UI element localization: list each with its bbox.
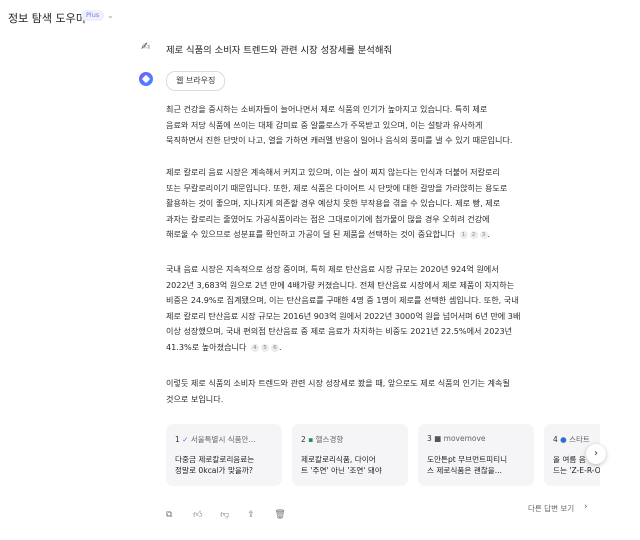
chevron-down-icon[interactable]: ⌄ <box>107 11 114 20</box>
source-number: 3 <box>427 434 432 443</box>
source-name: movemove <box>443 434 486 443</box>
other-answers-button[interactable]: 다른 답변 보기 <box>528 503 574 514</box>
source-card-title: 제로칼로리식품, 다이어 트 '주연' 아닌 '조연' 돼야 <box>301 454 401 476</box>
app-title[interactable]: 정보 탐색 도우미 <box>8 10 86 26</box>
source-name: 서울특별시 식품안... <box>190 435 256 444</box>
source-card-header: 2 ▪ 헬스경향 <box>301 434 343 445</box>
source-number: 4 <box>553 435 558 444</box>
source-title-line: 도안튼pt 무브먼트피티니 <box>427 455 508 464</box>
user-question-icon: ✍ <box>141 40 151 53</box>
answer-line: 것으로 보입니다. <box>166 393 224 404</box>
citation-badge[interactable]: 5 <box>261 343 269 352</box>
thumbs-up-icon[interactable]: 👍︎ <box>193 510 206 520</box>
copy-icon[interactable]: ⧉ <box>166 510 179 520</box>
delete-icon[interactable]: 🗑︎ <box>274 510 287 520</box>
answer-line: 비중은 24.9%로 집계됐으며, 이는 탄산음료를 구매한 4명 중 1명이 … <box>166 295 519 305</box>
answer-line-last: 41.3%로 높아졌습니다 456. <box>166 341 282 352</box>
source-card[interactable]: 2 ▪ 헬스경향 제로칼로리식품, 다이어 트 '주연' 아닌 '조연' 돼야 <box>292 424 408 486</box>
answer-line: 최근 건강을 중시하는 소비자들이 늘어나면서 제로 식품의 인기가 높아지고 … <box>166 104 488 114</box>
source-logo-icon: ✓ <box>182 435 189 444</box>
answer-line: 과자는 칼로리는 줄였어도 가공식품이라는 점은 그대로이기에 첨가물이 많을 … <box>166 213 490 224</box>
answer-line-text: 해로울 수 있으므로 성분표를 확인하고 가공이 덜 된 제품을 선택하는 것이… <box>166 229 455 239</box>
answer-paragraph-2: 제로 칼로리 음료 시장은 계속해서 커지고 있으며, 이는 살이 찌지 않는다… <box>166 165 600 243</box>
source-card-title: 다중금 제로칼로리음료는 정말로 0kcal가 맞을까? <box>175 454 275 476</box>
answer-paragraph-3: 국내 음료 시장은 지속적으로 성장 중이며, 특히 제로 탄산음료 시장 규모… <box>166 262 600 355</box>
answer-line: 음료와 저당 식품에 쓰이는 대체 감미료 중 알룰로스가 주목받고 있으며, … <box>166 119 483 130</box>
source-number: 2 <box>301 435 306 444</box>
answer-line-text: 41.3%로 높아졌습니다 <box>166 341 247 352</box>
source-card[interactable]: 3 ■ movemove 도안튼pt 무브먼트피티니 스 제로식품은 괜찮을..… <box>418 424 534 486</box>
source-number: 1 <box>175 435 180 444</box>
citation-badge[interactable]: 3 <box>479 231 488 239</box>
source-title-line: 다중금 제로칼로리음료는 <box>175 455 255 464</box>
source-name: 헬스경향 <box>315 435 344 444</box>
app-header: 정보 탐색 도우미 Plus ⌄ <box>0 0 640 34</box>
answer-line: 묵직하면서 진한 단맛이 나고, 열을 가하면 캐러멜 반응이 일어나 음식의 … <box>166 135 513 145</box>
source-card[interactable]: 1 ✓ 서울특별시 식품안... 다중금 제로칼로리음료는 정말로 0kcal가… <box>166 424 282 486</box>
answer-line: 제로 칼로리 탄산음료 시장 규모는 2016년 903억 원에서 2022년 … <box>166 310 521 321</box>
citation-badge[interactable]: 2 <box>469 231 478 239</box>
chevron-right-icon[interactable]: › <box>584 502 588 512</box>
answer-line: 활용하는 것이 좋으며, 지나치게 의존할 경우 예상치 못한 부작용을 겪을 … <box>166 198 501 208</box>
web-browsing-chip[interactable]: 웹 브라우징 <box>166 71 226 91</box>
answer-line: 국내 음료 시장은 지속적으로 성장 중이며, 특히 제로 탄산음료 시장 규모… <box>166 264 499 274</box>
source-name: 스타트 <box>569 435 590 444</box>
answer-line: 이상 성장했으며, 국내 편의점 탄산음료 중 제로 음료가 차지하는 비중도 … <box>166 326 513 336</box>
answer-actions: ⧉ 👍︎ 👎︎ ⇪ 🗑︎ <box>166 502 296 520</box>
user-question: 제로 식품의 소비자 트렌드와 관련 시장 성장세를 분석해줘 <box>166 45 392 56</box>
source-title-line: 스 제로식품은 괜찮을... <box>427 466 502 475</box>
source-title-line: 드는 'Z-E-R-O' <box>553 466 600 475</box>
source-card-header: 4 ● 스타트 <box>553 434 590 445</box>
assistant-avatar-icon <box>139 72 153 86</box>
source-title-line: 정말로 0kcal가 맞을까? <box>175 466 253 475</box>
thumbs-down-icon[interactable]: 👎︎ <box>220 510 233 520</box>
plus-badge: Plus <box>81 10 105 21</box>
source-title-line: 트 '주연' 아닌 '조연' 돼야 <box>301 466 382 475</box>
citation-badge[interactable]: 4 <box>251 343 259 352</box>
answer-paragraph-1: 최근 건강을 중시하는 소비자들이 늘어나면서 제로 식품의 인기가 높아지고 … <box>166 102 600 149</box>
source-cards: 1 ✓ 서울특별시 식품안... 다중금 제로칼로리음료는 정말로 0kcal가… <box>166 424 600 486</box>
citation-badge[interactable]: 6 <box>271 343 279 352</box>
answer-line: 이렇듯 제로 식품의 소비자 트렌드와 관련 시장 성장세로 봤을 때, 앞으로… <box>166 378 510 388</box>
source-logo-icon: ▪ <box>308 435 314 444</box>
source-title-line: 제로칼로리식품, 다이어 <box>301 455 376 464</box>
citation-badge[interactable]: 1 <box>459 231 468 239</box>
source-card-header: 3 ■ movemove <box>427 434 486 443</box>
answer-line: 2022년 3,683억 원으로 2년 만에 4배가량 커졌습니다. 전체 탄산… <box>166 279 515 290</box>
answer-paragraph-4: 이렇듯 제로 식품의 소비자 트렌드와 관련 시장 성장세로 봤을 때, 앞으로… <box>166 376 600 407</box>
answer-line-last: 해로울 수 있으므로 성분표를 확인하고 가공이 덜 된 제품을 선택하는 것이… <box>166 229 491 239</box>
source-card-title: 도안튼pt 무브먼트피티니 스 제로식품은 괜찮을... <box>427 454 527 476</box>
source-card-header: 1 ✓ 서울특별시 식품안... <box>175 434 256 445</box>
source-logo-icon: ■ <box>434 434 442 443</box>
source-logo-icon: ● <box>560 435 567 444</box>
answer-line: 제로 칼로리 음료 시장은 계속해서 커지고 있으며, 이는 살이 찌지 않는다… <box>166 167 500 177</box>
answer-line: 또는 무칼로리이기 때문입니다. 또한, 제로 식품은 다이어트 시 단맛에 대… <box>166 182 508 193</box>
carousel-next-button[interactable]: › <box>586 444 606 464</box>
share-icon[interactable]: ⇪ <box>247 510 260 520</box>
